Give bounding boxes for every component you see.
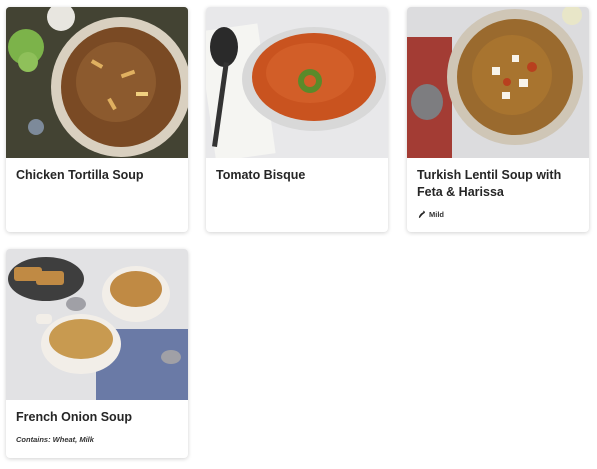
menu-card-title: Tomato Bisque [216, 168, 306, 182]
allergen-text: Contains: Wheat, Milk [16, 435, 94, 444]
menu-card-chicken-tortilla-soup[interactable]: Chicken Tortilla Soup [6, 7, 188, 232]
menu-card-turkish-lentil-soup[interactable]: Turkish Lentil Soup with Feta & Harissa … [407, 7, 589, 232]
spice-level-text: Mild [429, 210, 444, 219]
menu-card-title: Turkish Lentil Soup with Feta & Harissa [417, 168, 562, 199]
pepper-icon [418, 210, 426, 219]
soup-menu-grid: Chicken Tortilla Soup Tomato Bisque Turk… [0, 0, 597, 469]
tomato-bisque-image [206, 7, 388, 158]
allergen-info: Contains: Wheat, Milk [16, 435, 178, 444]
menu-card-french-onion-soup[interactable]: French Onion Soup Contains: Wheat, Milk [6, 249, 188, 458]
menu-card-title: Chicken Tortilla Soup [16, 168, 144, 182]
chicken-tortilla-soup-image [6, 7, 188, 158]
menu-card-title: French Onion Soup [16, 410, 132, 424]
menu-card-tomato-bisque[interactable]: Tomato Bisque [206, 7, 388, 232]
french-onion-soup-image [6, 249, 188, 400]
turkish-lentil-soup-image [407, 7, 589, 158]
spice-level-badge: Mild [417, 210, 579, 219]
